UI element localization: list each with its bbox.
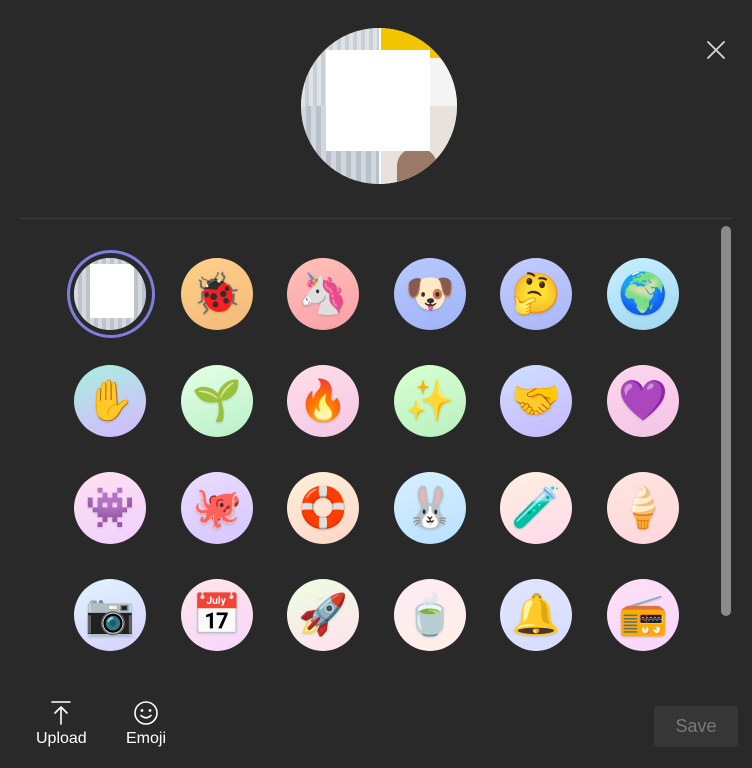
globe-icon: 🌍 <box>618 271 668 317</box>
close-button[interactable] <box>700 34 732 66</box>
selected-ring <box>67 250 155 338</box>
octopus-icon: 🐙 <box>192 485 242 531</box>
avatar-option-boombox[interactable]: 📻 <box>607 579 679 651</box>
boombox-icon: 📻 <box>618 592 668 638</box>
monster-icon: 👾 <box>85 485 135 531</box>
camera-icon: 📷 <box>85 592 135 638</box>
dog-face-icon: 🐶 <box>405 271 455 317</box>
seedling-hand-icon: 🌱 <box>192 378 242 424</box>
emoji-label: Emoji <box>126 730 167 747</box>
bell-icon: 🔔 <box>511 592 561 638</box>
avatar-option-handshake[interactable]: 🤝 <box>500 365 572 437</box>
avatar-option-magic-wand[interactable]: ✨ <box>394 365 466 437</box>
lab-flask-icon: 🧪 <box>511 485 561 531</box>
avatar-option-ice-cream[interactable]: 🍦 <box>607 472 679 544</box>
avatar-option-rocket[interactable]: 🚀 <box>287 579 359 651</box>
avatar-option-bell[interactable]: 🔔 <box>500 579 572 651</box>
avatar-option-lifebuoy[interactable]: 🛟 <box>287 472 359 544</box>
avatar-option-unicorn[interactable]: 🦄 <box>287 258 359 330</box>
scrollbar[interactable] <box>721 226 731 616</box>
avatar-option-heart-hands[interactable]: 💜 <box>607 365 679 437</box>
flame-hands-icon: 🔥 <box>298 378 348 424</box>
upload-button[interactable]: Upload <box>36 700 87 748</box>
profile-picture-preview <box>301 28 457 184</box>
lifebuoy-icon: 🛟 <box>298 485 348 531</box>
reaching-hand-icon: ✋ <box>85 378 135 424</box>
avatar-option-calendar[interactable]: 📅 <box>181 579 253 651</box>
unicorn-icon: 🦄 <box>298 271 348 317</box>
smiley-icon <box>134 701 158 725</box>
avatar-option-teacup[interactable]: 🍵 <box>394 579 466 651</box>
avatar-option-seedling-hand[interactable]: 🌱 <box>181 365 253 437</box>
rabbit-hat-icon: 🐰 <box>405 485 455 531</box>
thinking-face-icon: 🤔 <box>511 271 561 317</box>
beetle-icon: 🐞 <box>192 271 242 317</box>
avatar-option-dog-face[interactable]: 🐶 <box>394 258 466 330</box>
emoji-button[interactable]: Emoji <box>126 700 166 748</box>
heart-hands-icon: 💜 <box>618 378 668 424</box>
upload-label: Upload <box>36 730 87 747</box>
avatar-option-rabbit-hat[interactable]: 🐰 <box>394 472 466 544</box>
close-icon <box>707 41 725 59</box>
upload-icon <box>51 701 72 725</box>
avatar-option-reaching-hand[interactable]: ✋ <box>74 365 146 437</box>
avatar-option-globe[interactable]: 🌍 <box>607 258 679 330</box>
calendar-icon: 📅 <box>192 592 242 638</box>
avatar-option-lab-flask[interactable]: 🧪 <box>500 472 572 544</box>
avatar-option-flame-hands[interactable]: 🔥 <box>287 365 359 437</box>
avatar-option-thinking-face[interactable]: 🤔 <box>500 258 572 330</box>
save-button[interactable]: Save <box>654 706 738 747</box>
header-separator <box>20 218 732 219</box>
avatar-option-beetle[interactable]: 🐞 <box>181 258 253 330</box>
avatar-option-monster[interactable]: 👾 <box>74 472 146 544</box>
handshake-icon: 🤝 <box>511 378 561 424</box>
teacup-icon: 🍵 <box>405 592 455 638</box>
magic-wand-icon: ✨ <box>405 378 455 424</box>
avatar-option-octopus[interactable]: 🐙 <box>181 472 253 544</box>
redacted-region <box>326 50 430 151</box>
rocket-icon: 🚀 <box>298 592 348 638</box>
avatar-option-camera[interactable]: 📷 <box>74 579 146 651</box>
ice-cream-icon: 🍦 <box>618 485 668 531</box>
preview-face <box>397 148 437 184</box>
